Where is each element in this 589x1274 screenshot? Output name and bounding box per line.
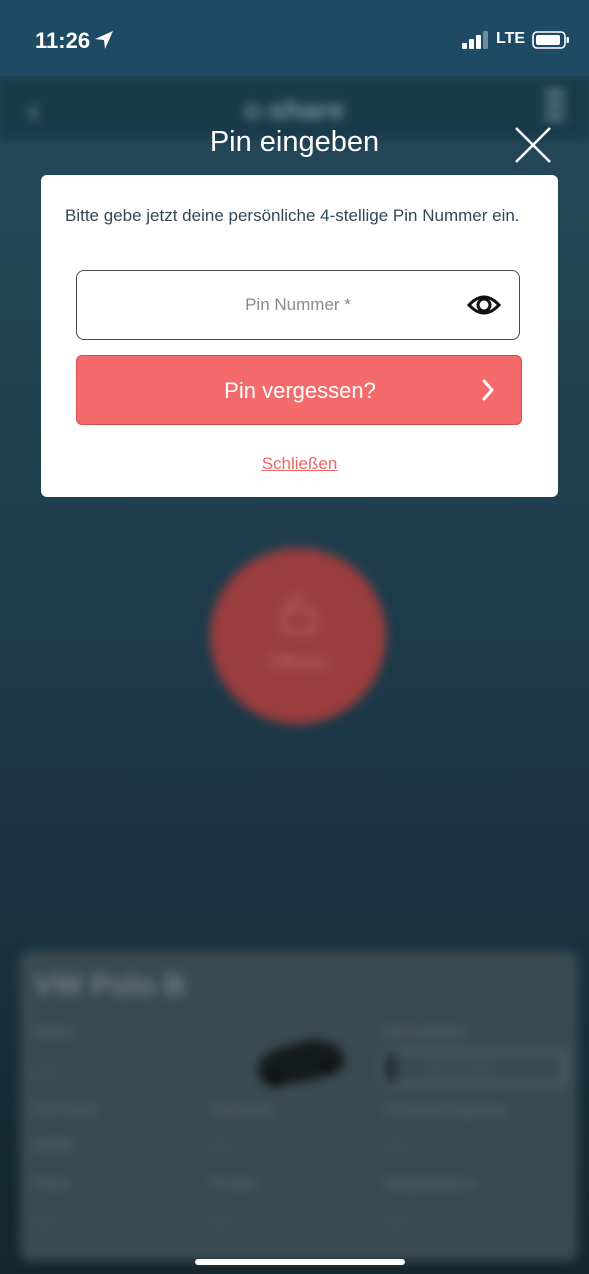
pin-input[interactable] (77, 271, 457, 338)
close-link[interactable]: Schließen (41, 454, 558, 474)
home-indicator (195, 1259, 405, 1265)
battery-icon (532, 31, 569, 49)
open-car-button: Öffnen (210, 548, 386, 724)
forgot-pin-label: Pin vergessen? (224, 378, 376, 403)
vehicle-card: VW Polo B Status - / - Kennzeichen WN M … (20, 951, 578, 1261)
door-label: Türen (34, 1175, 71, 1191)
network-type: LTE (496, 30, 526, 47)
license-plate: WN M 208 (382, 1051, 566, 1085)
plate-value: WN M 208 (424, 1059, 491, 1075)
km-value: 14020 (34, 1137, 73, 1153)
eye-icon[interactable] (467, 290, 501, 320)
location-arrow-icon (95, 31, 113, 49)
pin-field (76, 270, 520, 340)
car-icon (257, 1040, 344, 1087)
app-title: c-share (244, 94, 345, 125)
plate-label: Kennzeichen (384, 1023, 465, 1039)
window-label: Fenster (210, 1175, 258, 1191)
tank-value: - / - (210, 1137, 231, 1153)
pin-instruction: Bitte gebe jetzt deine persönliche 4-ste… (65, 206, 520, 225)
immobilizer-value: - / - (384, 1137, 405, 1153)
menu-icon (545, 90, 565, 124)
tank-label: Tankinhalt (210, 1101, 274, 1117)
open-car-label: Öffnen (268, 652, 328, 674)
plate-band (384, 1053, 396, 1083)
ignition-value: - / - (384, 1213, 405, 1229)
status-value: - / - (34, 1063, 55, 1079)
status-label: Status (34, 1023, 74, 1039)
forgot-pin-button[interactable]: Pin vergessen? (76, 355, 522, 425)
close-icon[interactable] (514, 126, 552, 164)
pin-dialog: Bitte gebe jetzt deine persönliche 4-ste… (41, 175, 558, 497)
signal-icon (462, 31, 488, 49)
door-value: - / - (34, 1213, 55, 1229)
immobilizer-label: Zentralverriegelung (384, 1101, 505, 1117)
status-bar: 11:26 LTE (0, 0, 589, 76)
chevron-right-icon (482, 379, 494, 401)
dialog-title: Pin eingeben (209, 126, 380, 158)
vehicle-name: VW Polo B (34, 969, 186, 1002)
lock-open-icon (282, 595, 316, 634)
status-time: 11:26 (35, 28, 91, 53)
km-label: KM-Stand (34, 1101, 97, 1117)
ignition-label: Wegfahrsperre (384, 1175, 477, 1191)
window-value: - / - (210, 1213, 231, 1229)
